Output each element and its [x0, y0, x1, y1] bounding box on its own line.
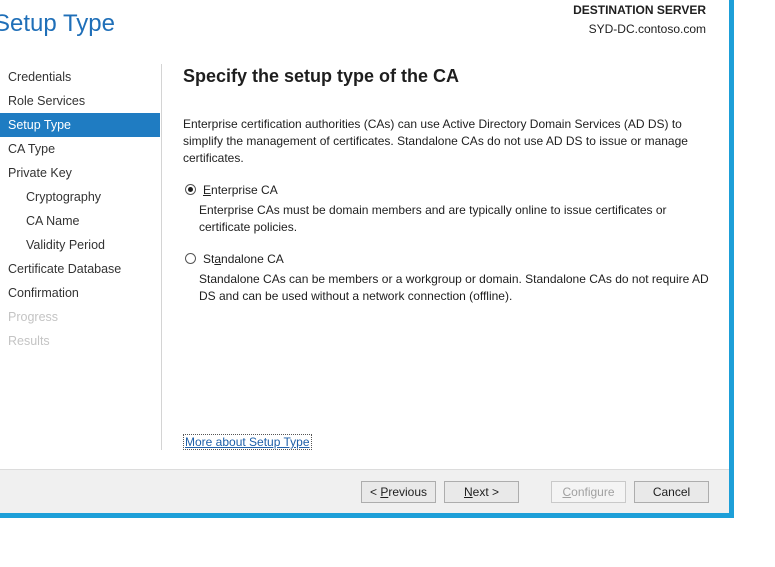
previous-button[interactable]: < Previous	[361, 481, 436, 503]
page-heading: Specify the setup type of the CA	[183, 66, 460, 86]
next-button[interactable]: Next >	[444, 481, 519, 503]
wizard-footer: < Previous Next > Configure Cancel	[0, 469, 729, 513]
intro-text: Enterprise certification authorities (CA…	[183, 117, 688, 165]
window-title: Setup Type	[0, 10, 115, 37]
nav-item-ca-type[interactable]: CA Type	[0, 137, 160, 161]
nav-item-results: Results	[8, 334, 50, 348]
configure-button: Configure	[551, 481, 626, 503]
nav-item-confirmation[interactable]: Confirmation	[0, 281, 160, 305]
nav-divider	[161, 64, 162, 450]
nav-item-ca-name[interactable]: CA Name	[0, 209, 160, 233]
nav-item-role-services[interactable]: Role Services	[0, 89, 160, 113]
cancel-button[interactable]: Cancel	[634, 481, 709, 503]
enterprise-ca-label[interactable]: Enterprise CA	[203, 183, 278, 197]
nav-item-progress: Progress	[8, 310, 59, 324]
standalone-ca-description: Standalone CAs can be members or a workg…	[199, 272, 709, 303]
standalone-ca-radio[interactable]	[185, 253, 196, 264]
enterprise-ca-radio[interactable]	[185, 184, 196, 195]
nav-item-credentials[interactable]: Credentials	[0, 65, 160, 89]
nav-item-certificate-database[interactable]: Certificate Database	[0, 257, 160, 281]
destination-server-name: SYD-DC.contoso.com	[588, 22, 706, 36]
option-enterprise-ca: Enterprise CA Enterprise CAs must be dom…	[183, 181, 713, 236]
standalone-ca-label[interactable]: Standalone CA	[203, 252, 284, 266]
nav-item-cryptography[interactable]: Cryptography	[0, 185, 160, 209]
more-about-setup-type-link[interactable]: More about Setup Type	[183, 434, 312, 450]
wizard-window: Setup Type DESTINATION SERVER SYD-DC.con…	[0, 0, 734, 518]
enterprise-ca-description: Enterprise CAs must be domain members an…	[199, 203, 667, 234]
wizard-nav: Credentials Role Services Setup Type CA …	[0, 65, 160, 353]
nav-item-private-key[interactable]: Private Key	[0, 161, 160, 185]
destination-server-label: DESTINATION SERVER	[573, 3, 706, 17]
option-standalone-ca: Standalone CA Standalone CAs can be memb…	[183, 250, 713, 305]
nav-item-setup-type[interactable]: Setup Type	[0, 113, 160, 137]
nav-item-validity-period[interactable]: Validity Period	[0, 233, 160, 257]
main-content: Specify the setup type of the CA Enterpr…	[183, 66, 713, 305]
